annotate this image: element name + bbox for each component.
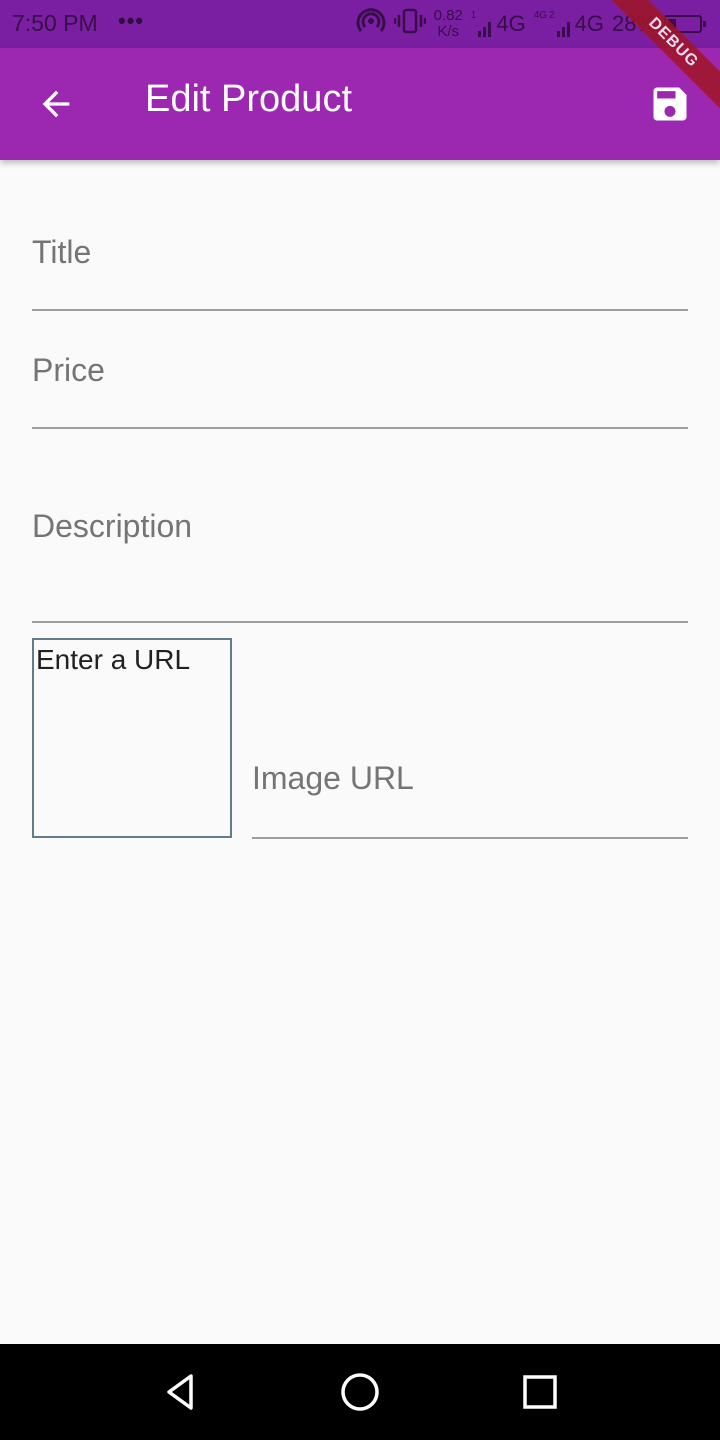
app-bar: Edit Product	[0, 48, 720, 160]
price-field[interactable]: Price	[32, 318, 688, 429]
sim2-index: 2	[549, 10, 555, 21]
image-preview: Enter a URL	[32, 638, 232, 838]
arrow-back-icon	[42, 90, 70, 118]
sim1-signal: 1 4G	[471, 11, 526, 37]
network-speed-unit: K/s	[437, 23, 459, 40]
signal-bars-icon	[556, 22, 570, 37]
system-nav-bar	[0, 1344, 720, 1440]
nav-recents-button[interactable]	[516, 1368, 564, 1416]
triangle-back-icon	[167, 1374, 193, 1410]
image-url-input[interactable]	[252, 795, 688, 831]
hotspot-icon	[356, 6, 386, 42]
image-preview-placeholder: Enter a URL	[36, 644, 191, 675]
image-url-label: Image URL	[252, 760, 414, 796]
price-input[interactable]	[32, 385, 688, 421]
square-recents-icon	[523, 1375, 557, 1409]
page-title: Edit Product	[145, 78, 352, 120]
vibrate-icon	[393, 7, 426, 41]
nav-back-button[interactable]	[156, 1368, 204, 1416]
status-bar: 7:50 PM ••• 0.82 K/s 1 4G 4G 2 4G 28%	[0, 0, 720, 48]
title-field[interactable]: Title	[32, 200, 688, 311]
image-url-field[interactable]: Image URL	[252, 700, 688, 839]
circle-home-icon	[341, 1373, 379, 1411]
price-label: Price	[32, 352, 105, 388]
signal-bars-icon	[478, 22, 492, 37]
status-time: 7:50 PM	[12, 10, 98, 36]
sim2-data-type: 4G	[533, 10, 548, 21]
save-button[interactable]	[642, 76, 698, 132]
network-speed: 0.82 K/s	[434, 8, 463, 40]
network-speed-value: 0.82	[433, 7, 463, 24]
sim2-network-type: 4G	[574, 11, 604, 36]
sim2-signal: 4G 2 4G	[534, 11, 604, 37]
title-label: Title	[32, 234, 92, 270]
description-field[interactable]: Description	[32, 440, 688, 623]
description-label: Description	[32, 508, 193, 544]
sim1-network-type: 4G	[496, 11, 526, 36]
save-icon	[653, 87, 687, 121]
more-notifications-icon: •••	[118, 8, 145, 33]
back-button[interactable]	[26, 74, 86, 134]
title-input[interactable]	[32, 267, 688, 303]
nav-home-button[interactable]	[336, 1368, 384, 1416]
description-input[interactable]	[32, 579, 688, 615]
sim1-index: 1	[470, 10, 477, 21]
